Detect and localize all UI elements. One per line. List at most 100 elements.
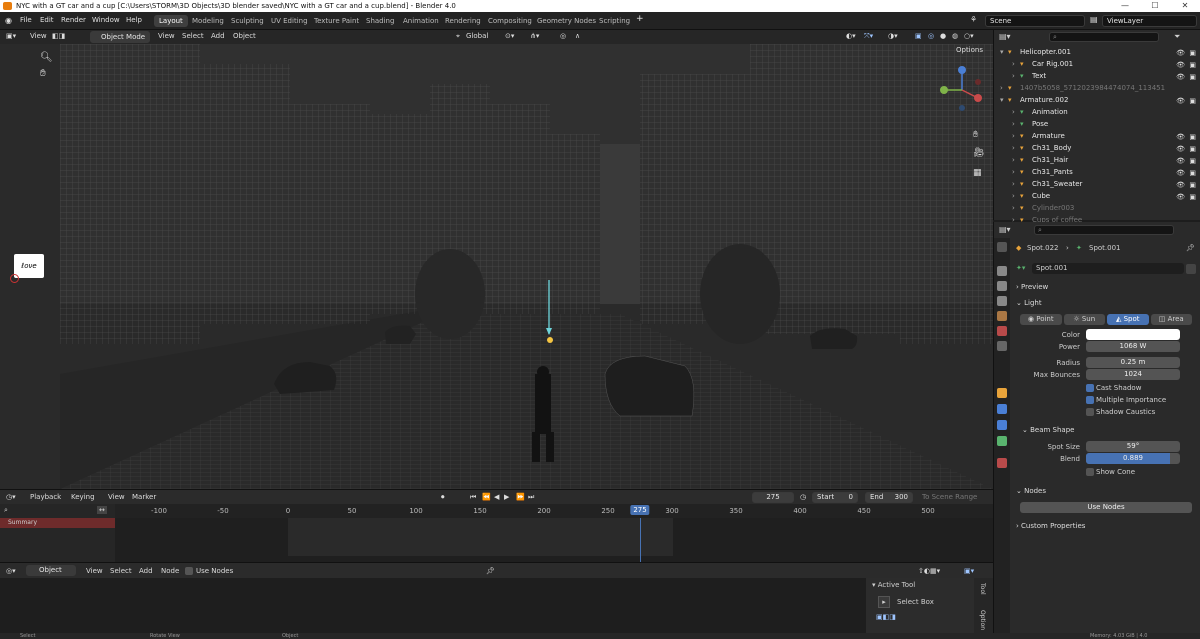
outliner-row[interactable]: › ▾ 1407b5058_5712023984474074_113451	[994, 82, 1200, 94]
mode-selector[interactable]: Object Mode	[90, 31, 150, 43]
shadow-caustics-checkbox[interactable]	[1086, 408, 1094, 416]
end-frame-field[interactable]: End 300	[865, 492, 913, 503]
xray-icon[interactable]: ▣	[915, 32, 922, 40]
outliner-search-input[interactable]: ⌕	[1049, 32, 1159, 42]
jump-start-button[interactable]: ⏮	[470, 493, 476, 502]
tab-scripting[interactable]: Scripting	[594, 15, 635, 27]
menu-help[interactable]: Help	[126, 16, 142, 24]
collection-tab-icon[interactable]	[997, 341, 1007, 351]
menu-file[interactable]: File	[20, 16, 32, 24]
summary-channel[interactable]: Summary	[0, 518, 115, 528]
menu-render[interactable]: Render	[61, 16, 86, 24]
expand-chevron-icon[interactable]: ›	[1012, 58, 1015, 70]
editor-type-icon[interactable]: ▣▾	[6, 32, 16, 40]
overlay-toggle-icon[interactable]: ▣▾	[964, 567, 974, 575]
shading-wireframe-icon[interactable]: ◎	[928, 32, 934, 40]
search-icon[interactable]: ⌕	[4, 506, 8, 515]
beam-shape-panel-header[interactable]: ⌄ Beam Shape	[1022, 426, 1074, 434]
light-type-spot[interactable]: ◭ Spot	[1107, 314, 1149, 325]
pivot-icon[interactable]: ⊙▾	[505, 32, 514, 40]
select-box-icon[interactable]: ▸	[878, 596, 890, 608]
expand-chevron-icon[interactable]: ›	[1012, 106, 1015, 118]
shading-solid-icon[interactable]: ●	[940, 32, 946, 40]
radius-field[interactable]: 0.25 m	[1086, 357, 1180, 368]
expand-chevron-icon[interactable]: ›	[1012, 130, 1015, 142]
frame-ruler[interactable]: -100 -50 0 50 100 150 200 250 275 300 35…	[115, 504, 993, 518]
preview-panel-header[interactable]: › Preview	[1016, 283, 1048, 291]
menu-edit[interactable]: Edit	[40, 16, 54, 24]
custom-properties-panel-header[interactable]: › Custom Properties	[1016, 522, 1085, 530]
light-type-area[interactable]: ◫ Area	[1150, 314, 1192, 325]
menu-view-timeline[interactable]: View	[108, 493, 125, 501]
menu-select[interactable]: Select	[182, 32, 204, 40]
to-scene-range-button[interactable]: To Scene Range	[922, 493, 977, 501]
close-button[interactable]: ✕	[1170, 0, 1200, 12]
outliner-row[interactable]: › ▾ Cube 👁︎ ▣	[994, 190, 1200, 202]
light-type-point[interactable]: ◉ Point	[1020, 314, 1062, 325]
playhead-label[interactable]: 275	[630, 505, 650, 515]
show-cone-checkbox[interactable]	[1086, 468, 1094, 476]
play-reverse-button[interactable]: ◀	[494, 493, 499, 501]
minimize-button[interactable]: —	[1110, 0, 1140, 12]
node-editor-body[interactable]: ▾ Active Tool ▸ Select Box ▣◧◨ Tool Opti…	[0, 578, 993, 633]
view-layer-selector[interactable]: ViewLayer	[1102, 15, 1197, 27]
expand-chevron-icon[interactable]: ›	[1012, 166, 1015, 178]
menu-playback[interactable]: Playback	[30, 493, 61, 501]
shader-type-selector[interactable]: Object	[26, 565, 76, 576]
view-layer-tab-icon[interactable]	[997, 296, 1007, 306]
datablock-settings-icon[interactable]	[1186, 264, 1196, 274]
outliner-row[interactable]: › ▾ Pose	[994, 118, 1200, 130]
light-panel-header[interactable]: ⌄ Light	[1016, 299, 1042, 307]
outliner-row[interactable]: › ▾ Ch31_Pants 👁︎ ▣	[994, 166, 1200, 178]
tab-sculpting[interactable]: Sculpting	[226, 15, 269, 27]
timeline-body[interactable]: ⌕ ↔ Summary -100 -50 0 50 100 150 200 25…	[0, 504, 993, 562]
snap-icon[interactable]: ⋔▾	[530, 32, 539, 40]
tab-option[interactable]: Option	[979, 610, 986, 630]
render-tab-icon[interactable]	[997, 266, 1007, 276]
light-datablock-icon[interactable]: ✦▾	[1016, 264, 1025, 272]
cast-shadow-checkbox[interactable]	[1086, 384, 1094, 392]
visibility-icon[interactable]: ◐▾	[846, 32, 856, 40]
blender-menu-icon[interactable]: ◉	[5, 16, 12, 25]
selection-mode-icons[interactable]: ▣◧◨	[876, 613, 896, 621]
properties-editor-icon[interactable]: ▤▾	[999, 225, 1011, 234]
outliner-row[interactable]: ▾ ▾ Helicopter.001 👁︎ ▣	[994, 46, 1200, 58]
falloff-icon[interactable]: ∧	[575, 32, 580, 40]
navigation-gizmo[interactable]	[934, 62, 990, 122]
scene-tab-icon[interactable]	[997, 311, 1007, 321]
hand-icon[interactable]: ✋︎	[973, 130, 978, 140]
expand-chevron-icon[interactable]: ›	[1012, 178, 1015, 190]
outliner-row[interactable]: › ▾ Text 👁︎ ▣	[994, 70, 1200, 82]
timeline-editor-icon[interactable]: ◷▾	[6, 493, 16, 501]
jump-end-button[interactable]: ⏭	[528, 493, 534, 502]
tab-modeling[interactable]: Modeling	[187, 15, 229, 27]
shading-rendered-icon[interactable]: ○▾	[964, 32, 974, 40]
overlays-icon[interactable]: ◑▾	[888, 32, 898, 40]
spot-light-origin[interactable]	[547, 337, 553, 343]
multiple-importance-checkbox[interactable]	[1086, 396, 1094, 404]
current-frame-field[interactable]: 275	[752, 492, 794, 503]
orientation-selector[interactable]: Global	[466, 32, 488, 40]
grid-view-icon[interactable]: ▦	[973, 168, 982, 178]
outliner-row[interactable]: ▾ ▾ Armature.002 👁︎ ▣	[994, 94, 1200, 106]
outliner-row[interactable]: › ▾ Ch31_Hair 👁︎ ▣	[994, 154, 1200, 166]
proportional-edit-icon[interactable]: ◎	[560, 32, 566, 40]
menu-view[interactable]: View	[158, 32, 175, 40]
filter-icon[interactable]: ⏷	[1174, 32, 1180, 42]
properties-search-input[interactable]: ⌕	[1034, 225, 1174, 235]
outliner-row[interactable]: › ▾ Animation	[994, 106, 1200, 118]
zoom-icon[interactable]: 🔍︎	[40, 52, 53, 63]
pin-icon[interactable]: 📌︎	[1186, 244, 1195, 252]
menu-window[interactable]: Window	[92, 16, 120, 24]
power-field[interactable]: 1068 W	[1086, 341, 1180, 352]
expand-chevron-icon[interactable]: ›	[1012, 202, 1015, 214]
tab-uv-editing[interactable]: UV Editing	[266, 15, 313, 27]
menu-view-node[interactable]: View	[86, 567, 103, 575]
outliner-row[interactable]: › ▾ Armature 👁︎ ▣	[994, 130, 1200, 142]
prev-keyframe-button[interactable]: ⏪	[482, 493, 491, 501]
tab-texture-paint[interactable]: Texture Paint	[309, 15, 364, 27]
expand-chevron-icon[interactable]: ▾	[1000, 46, 1004, 58]
use-nodes-button[interactable]: Use Nodes	[1020, 502, 1192, 513]
options-button[interactable]: Options	[956, 46, 983, 54]
tab-animation[interactable]: Animation	[398, 15, 444, 27]
